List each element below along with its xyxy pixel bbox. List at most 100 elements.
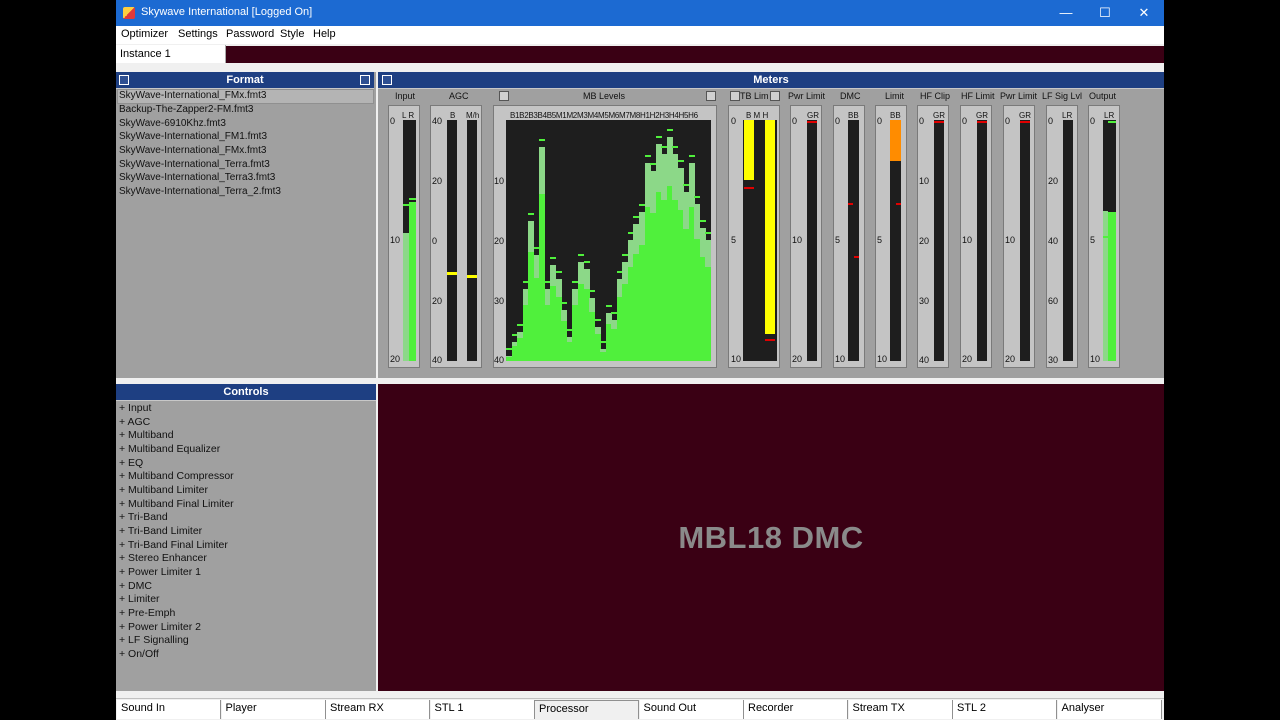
tick-label: 40 xyxy=(432,355,443,365)
format-collapse-checkbox[interactable] xyxy=(119,75,129,85)
format-item[interactable]: SkyWave-6910Khz.fmt3 xyxy=(119,118,226,129)
controls-title: Controls xyxy=(223,386,269,398)
format-item[interactable]: SkyWave-International_Terra.fmt3 xyxy=(119,159,270,170)
format-item[interactable]: Backup-The-Zapper2-FM.fmt3 xyxy=(119,104,254,115)
instance-strip xyxy=(226,46,1164,63)
tick-label: 20 xyxy=(432,176,443,186)
mb-band-peak xyxy=(677,160,684,162)
tick-label: 0 xyxy=(962,116,968,126)
dmc-label: DMC xyxy=(840,91,861,101)
control-item[interactable]: + Stereo Enhancer xyxy=(119,552,207,564)
control-item[interactable]: + LF Signalling xyxy=(119,634,189,646)
controls-panel: Controls + Input + AGC + Multiband + Multib… xyxy=(116,384,376,691)
tab-label: Recorder xyxy=(748,702,794,714)
tick-label: 10 xyxy=(1090,354,1101,364)
control-item[interactable]: + Limiter xyxy=(119,593,160,605)
mb-levels-checkbox-left[interactable] xyxy=(499,91,509,101)
control-item[interactable]: + On/Off xyxy=(119,648,159,660)
tick-label: 0 xyxy=(792,116,798,126)
control-item[interactable]: + Multiband Final Limiter xyxy=(119,498,234,510)
tab-recorder[interactable]: Recorder xyxy=(744,700,848,719)
mb-band-peak xyxy=(605,305,612,307)
format-item[interactable]: SkyWave-International_Terra_2.fmt3 xyxy=(119,186,281,197)
control-item[interactable]: + Multiband Limiter xyxy=(119,484,208,496)
pwr-limit-marker xyxy=(807,121,817,123)
menu-password[interactable]: Password xyxy=(226,28,274,40)
mb-levels-checkbox-right[interactable] xyxy=(706,91,716,101)
agc-mh-marker xyxy=(467,275,477,278)
tick-label: 0 xyxy=(1090,116,1096,126)
tb-h-peak xyxy=(765,339,775,341)
pwr-limit-meter: GR 0 10 20 xyxy=(790,105,822,368)
control-item[interactable]: + EQ xyxy=(119,457,143,469)
tick-label: 0 xyxy=(1048,116,1054,126)
tb-b-level xyxy=(744,120,754,180)
input-right-level xyxy=(409,202,416,361)
tab-player[interactable]: Player xyxy=(221,700,326,719)
meters-collapse-checkbox[interactable] xyxy=(382,75,392,85)
minimize-button[interactable]: — xyxy=(1046,0,1086,26)
control-item[interactable]: + Power Limiter 1 xyxy=(119,566,201,578)
control-item[interactable]: + Power Limiter 2 xyxy=(119,621,201,633)
mb-band-peak xyxy=(699,220,706,222)
instance-label: Instance 1 xyxy=(120,48,171,60)
control-item[interactable]: + DMC xyxy=(119,580,152,592)
tb-lim-checkbox-left[interactable] xyxy=(730,91,740,101)
tab-stream-rx[interactable]: Stream RX xyxy=(326,700,430,719)
control-item[interactable]: + Multiband Compressor xyxy=(119,470,234,482)
pwr-limit2-track xyxy=(1020,120,1030,361)
tab-stream-tx[interactable]: Stream TX xyxy=(848,700,953,719)
control-item[interactable]: + Pre-Emph xyxy=(119,607,175,619)
format-item[interactable]: SkyWave-International_FM1.fmt3 xyxy=(119,131,267,142)
control-item[interactable]: + Tri-Band xyxy=(119,511,168,523)
tick-label: 20 xyxy=(1048,176,1059,186)
title-bar: Skywave International [Logged On] — ☐ ✕ xyxy=(116,0,1164,26)
limit-marker xyxy=(896,203,901,205)
instance-tab[interactable]: Instance 1 xyxy=(116,45,226,63)
pwr-limit2-meter: GR 0 10 20 xyxy=(1003,105,1035,368)
tick-label: 10 xyxy=(390,235,401,245)
tab-sound-out[interactable]: Sound Out xyxy=(639,700,744,719)
tab-processor[interactable]: Processor xyxy=(535,700,639,719)
control-item[interactable]: + Tri-Band Limiter xyxy=(119,525,202,537)
tick-label: 0 xyxy=(877,116,883,126)
limit-label: Limit xyxy=(885,91,905,101)
format-item[interactable]: SkyWave-International_FMx.fmt3 xyxy=(119,90,266,101)
control-item[interactable]: + AGC xyxy=(119,416,150,428)
menu-settings[interactable]: Settings xyxy=(178,28,218,40)
tab-analyser[interactable]: Analyser xyxy=(1057,700,1162,719)
tick-label: 10 xyxy=(1005,235,1016,245)
gr-label: GR xyxy=(1019,111,1031,120)
tab-sound-in[interactable]: Sound In xyxy=(117,700,221,719)
tick-label: 20 xyxy=(962,354,973,364)
mb-levels-meter: B1B2B3B4B5M1M2M3M4M5M6M7M8H1H2H3H4H5H6 1… xyxy=(493,105,717,368)
menu-style[interactable]: Style xyxy=(280,28,304,40)
tb-lim-checkbox-right[interactable] xyxy=(770,91,780,101)
tab-stl-1[interactable]: STL 1 xyxy=(430,700,535,719)
control-item[interactable]: + Input xyxy=(119,402,151,414)
menu-help[interactable]: Help xyxy=(313,28,336,40)
input-meter-label: Input xyxy=(395,91,416,101)
format-item[interactable]: SkyWave-International_Terra3.fmt3 xyxy=(119,172,275,183)
bb-label: BB xyxy=(848,111,859,120)
control-item[interactable]: + Multiband Equalizer xyxy=(119,443,220,455)
mb-band-peak xyxy=(539,139,546,141)
close-button[interactable]: ✕ xyxy=(1124,0,1164,26)
control-item[interactable]: + Tri-Band Final Limiter xyxy=(119,539,228,551)
meters-panel: Meters Input AGC MB Levels TB Lim Pwr Li… xyxy=(378,72,1164,378)
tab-label: Sound Out xyxy=(643,702,697,714)
maximize-button[interactable]: ☐ xyxy=(1085,0,1125,26)
menu-optimizer[interactable]: Optimizer xyxy=(121,28,168,40)
mb-band-peak xyxy=(644,155,651,157)
output-peak xyxy=(1103,236,1108,238)
format-expand-checkbox[interactable] xyxy=(360,75,370,85)
output-right-level xyxy=(1108,212,1116,361)
tab-stl-2[interactable]: STL 2 xyxy=(953,700,1057,719)
agc-meter: B M/h 40 20 0 20 40 xyxy=(430,105,482,368)
tab-label: Stream RX xyxy=(330,702,384,714)
gr-label: GR xyxy=(807,111,819,120)
tab-label: Processor xyxy=(539,703,589,715)
format-item[interactable]: SkyWave-International_FMx.fmt3 xyxy=(119,145,266,156)
control-item[interactable]: + Multiband xyxy=(119,429,174,441)
tick-label: 10 xyxy=(835,354,846,364)
